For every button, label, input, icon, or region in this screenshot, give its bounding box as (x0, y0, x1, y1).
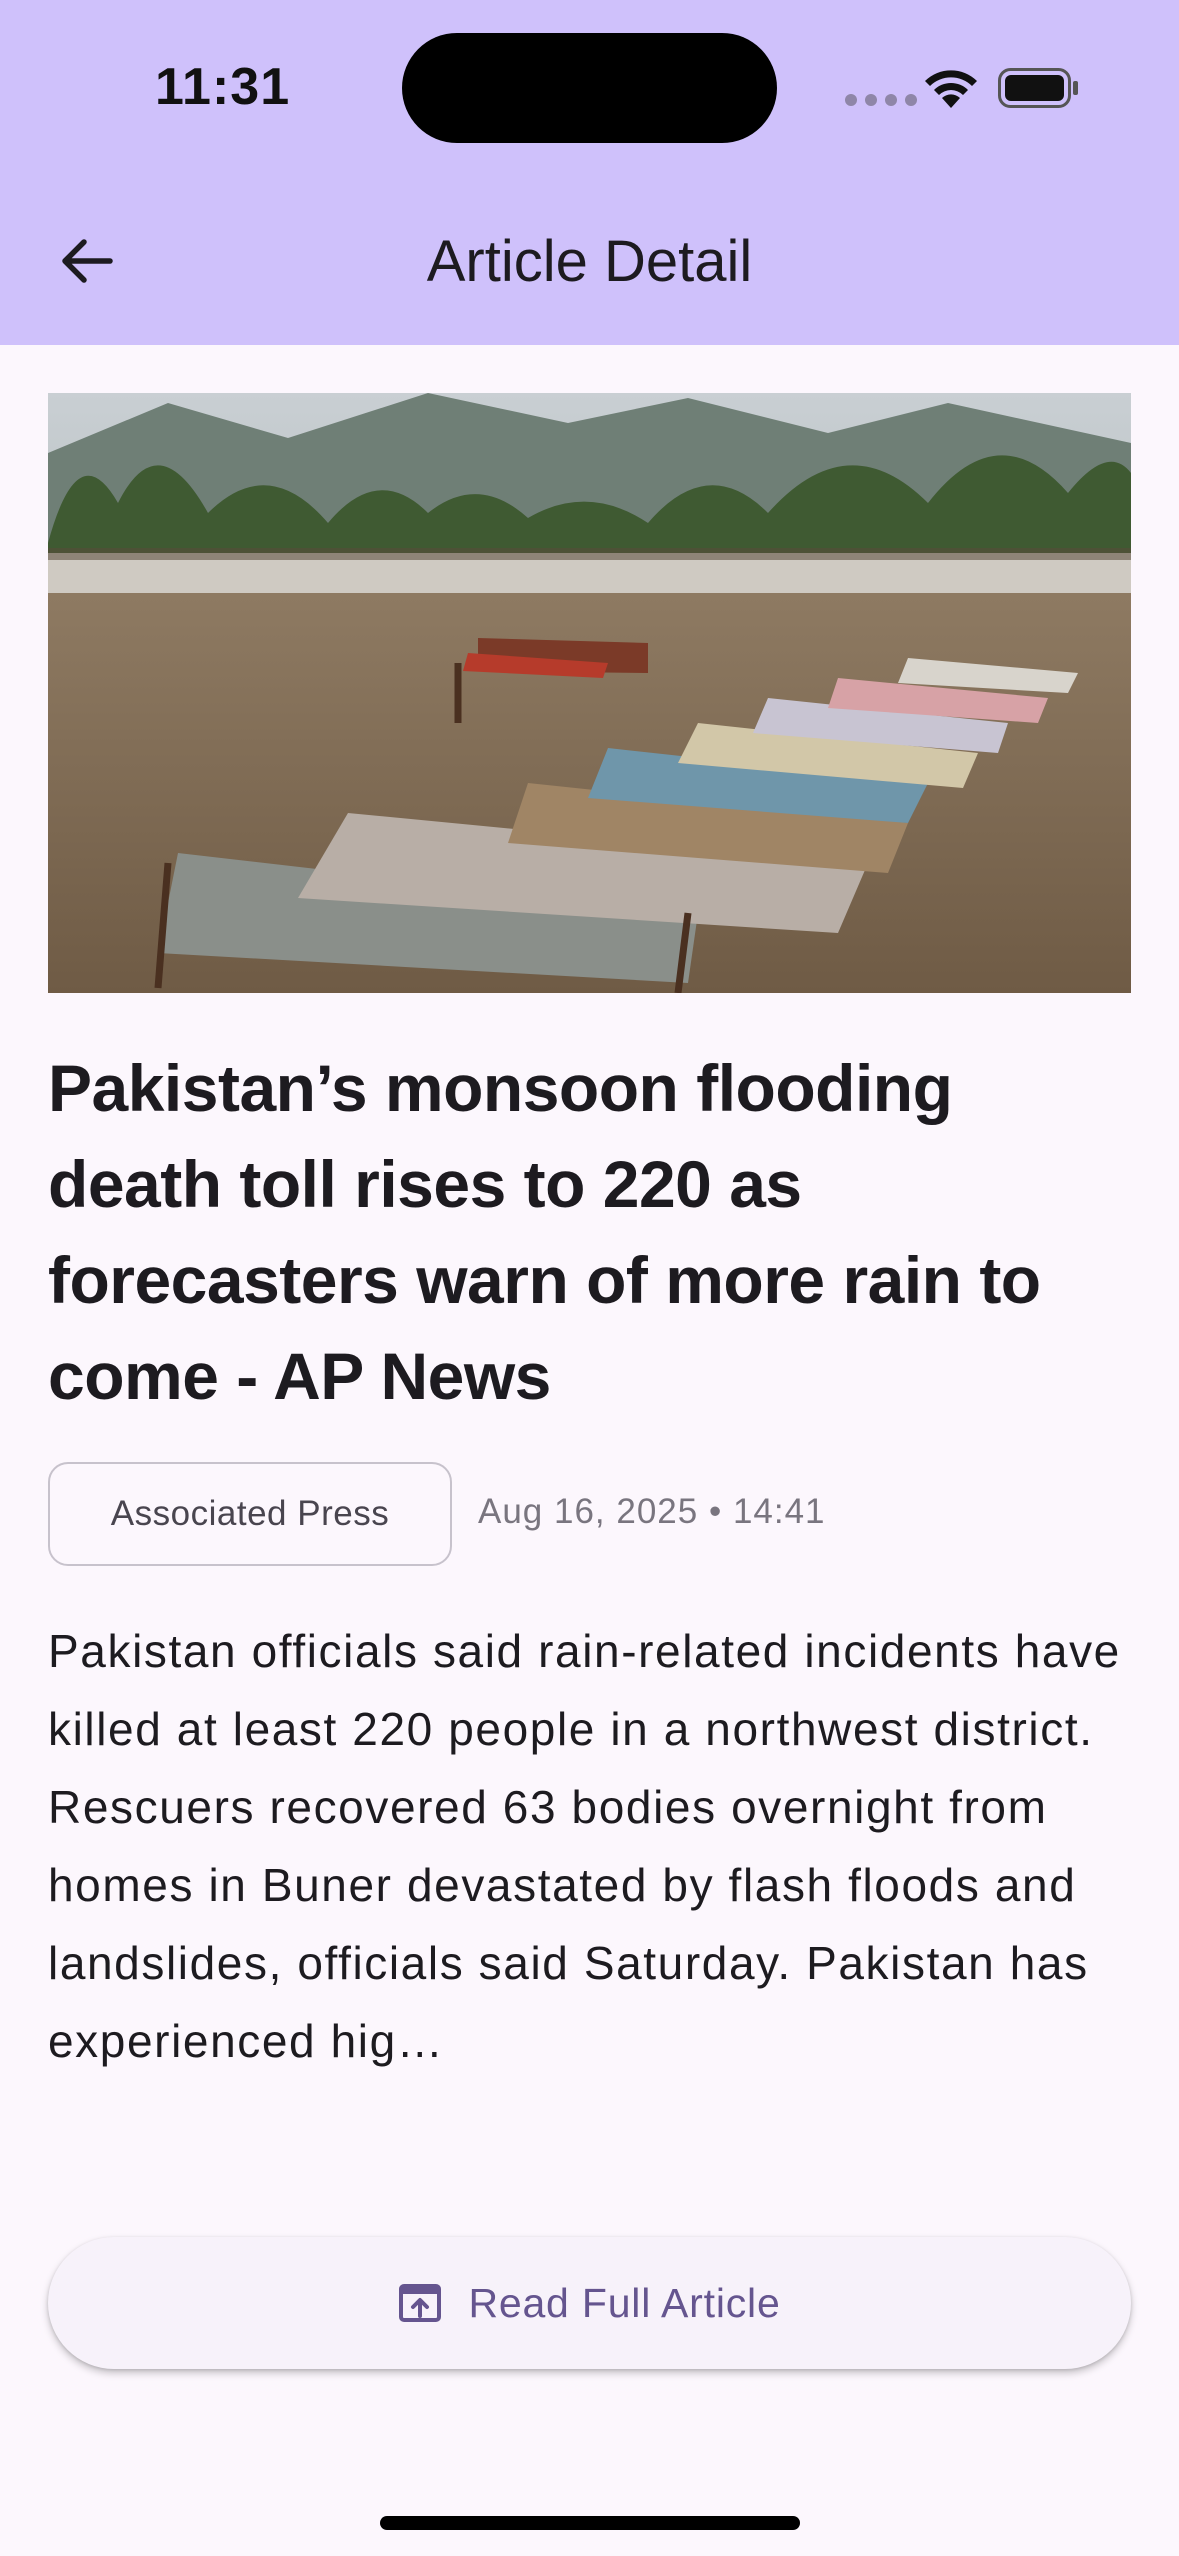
battery-icon (998, 68, 1078, 108)
home-indicator[interactable] (380, 2516, 800, 2530)
wifi-icon (925, 70, 977, 108)
source-chip: Associated Press (48, 1462, 452, 1566)
open-in-browser-icon (399, 2284, 442, 2322)
app-bar: 11:31 Article Detail (0, 0, 1179, 345)
article-summary: Pakistan officials said rain-related inc… (48, 1625, 1121, 2067)
read-full-article-label: Read Full Article (468, 2279, 781, 2326)
page-title: Article Detail (426, 229, 753, 294)
cellular-signal-icon (845, 94, 917, 106)
article-detail-screen: 11:31 Article Detail Pakistan’s monsoon … (0, 0, 1179, 2556)
dynamic-island (402, 33, 777, 143)
publish-date: Aug 16, 2025 • 14:41 (478, 1492, 826, 1531)
article-image (48, 393, 1131, 993)
article-headline: Pakistan’s monsoon flooding death toll r… (48, 1051, 1041, 1413)
read-full-article-button[interactable]: Read Full Article (48, 2237, 1131, 2369)
status-time: 11:31 (155, 58, 291, 116)
